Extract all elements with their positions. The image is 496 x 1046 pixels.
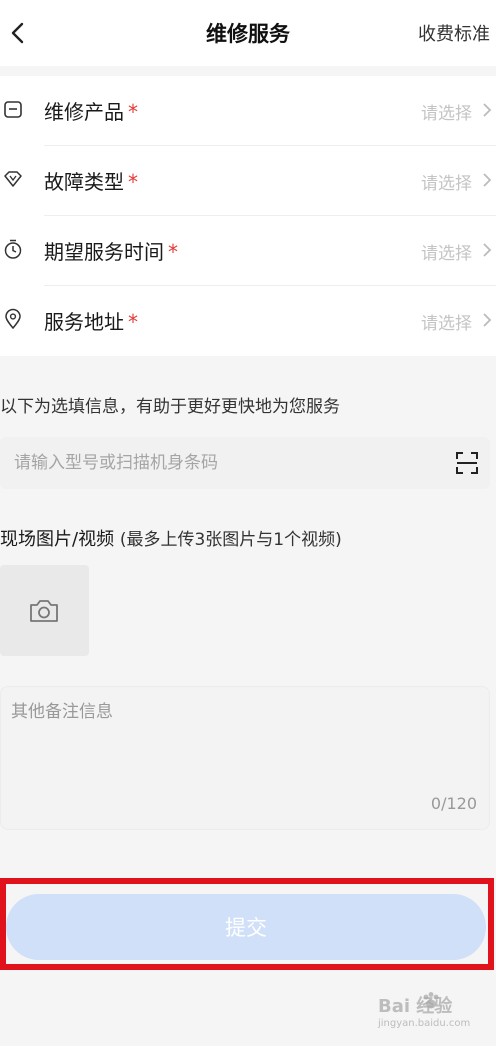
scan-icon[interactable]	[454, 450, 480, 476]
chevron-right-icon	[483, 243, 492, 257]
media-section-label: 现场图片/视频 (最多上传3张图片与1个视频)	[0, 529, 342, 550]
char-counter: 0/120	[430, 794, 477, 813]
chevron-right-icon	[483, 103, 492, 117]
watermark-url: jingyan.baidu.com	[378, 1018, 471, 1029]
location-pin-icon	[5, 308, 21, 330]
submit-button[interactable]: 提交	[6, 894, 486, 960]
camera-icon	[30, 600, 58, 622]
required-form-card: 维修产品 * 请选择 故障类型 * 请选择 期望服务时间 * 请选择 服务地址 * 请选…	[0, 76, 496, 356]
row-select-value: 请选择	[421, 174, 472, 194]
chevron-right-icon	[483, 313, 492, 327]
form-row-address[interactable]: 服务地址 * 请选择	[0, 286, 496, 356]
row-select-value: 请选择	[421, 104, 472, 124]
photo-upload-button[interactable]	[0, 565, 89, 656]
app-header: 维修服务 收费标准	[0, 0, 496, 66]
row-label: 服务地址 *	[44, 310, 138, 334]
model-input-box	[0, 437, 490, 489]
remark-textarea[interactable]	[11, 697, 471, 787]
timer-icon	[4, 239, 22, 259]
row-label: 维修产品 *	[44, 100, 138, 124]
row-label: 故障类型 *	[44, 170, 138, 194]
form-row-fault-type[interactable]: 故障类型 * 请选择	[0, 146, 496, 216]
fee-standard-link[interactable]: 收费标准	[418, 20, 490, 46]
row-select-value: 请选择	[421, 244, 472, 264]
diamond-icon	[4, 171, 22, 187]
remark-box: 0/120	[0, 686, 490, 830]
optional-info-hint: 以下为选填信息，有助于更好更快地为您服务	[0, 397, 340, 417]
form-row-product[interactable]: 维修产品 * 请选择	[0, 76, 496, 146]
baidu-paw-icon	[423, 992, 439, 1009]
model-input[interactable]	[14, 437, 434, 489]
form-row-service-time[interactable]: 期望服务时间 * 请选择	[0, 216, 496, 286]
watermark: Bai 经验 jingyan.baidu.com	[378, 988, 471, 1034]
row-label: 期望服务时间 *	[44, 240, 178, 264]
product-box-icon	[4, 101, 22, 118]
row-select-value: 请选择	[421, 314, 472, 334]
chevron-right-icon	[483, 173, 492, 187]
